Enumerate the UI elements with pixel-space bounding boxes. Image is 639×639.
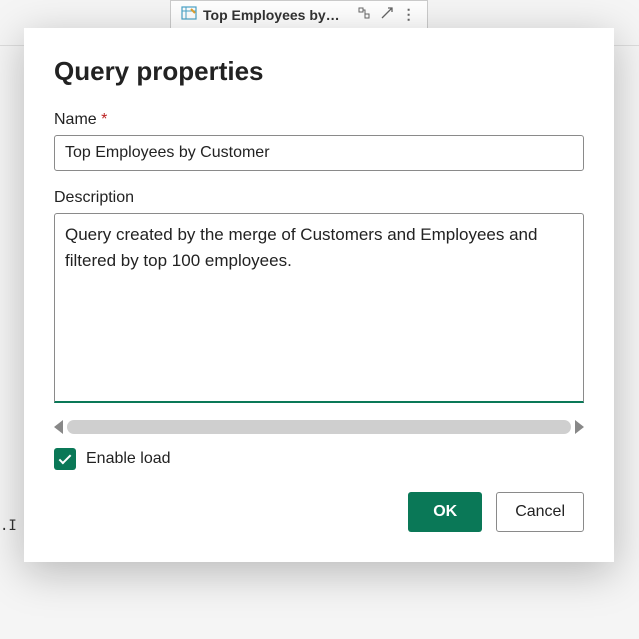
name-label: Name * [54, 111, 584, 129]
query-table-icon [181, 5, 197, 24]
name-input[interactable] [54, 135, 584, 171]
scroll-right-icon[interactable] [575, 420, 584, 434]
more-icon: ⋮ [402, 6, 417, 23]
dialog-title: Query properties [54, 56, 584, 87]
background-code-snippet: .I [0, 518, 17, 534]
required-marker: * [101, 111, 107, 128]
expand-icon [380, 6, 394, 23]
cancel-button[interactable]: Cancel [496, 492, 584, 532]
enable-load-row: Enable load [54, 448, 584, 470]
description-label: Description [54, 189, 584, 207]
scroll-left-icon[interactable] [54, 420, 63, 434]
background-query-tab: Top Employees by… ⋮ [170, 0, 428, 29]
scroll-track[interactable] [67, 420, 571, 434]
checkmark-icon [59, 451, 72, 464]
enable-load-checkbox[interactable] [54, 448, 76, 470]
background-tab-title: Top Employees by… [203, 7, 340, 23]
description-textarea[interactable] [54, 213, 584, 403]
ok-button[interactable]: OK [408, 492, 482, 532]
query-properties-dialog: Query properties Name * Description Enab… [24, 28, 614, 562]
enable-load-label: Enable load [86, 450, 171, 468]
branch-icon [356, 5, 372, 24]
dialog-button-row: OK Cancel [54, 492, 584, 532]
horizontal-scrollbar[interactable] [54, 420, 584, 434]
